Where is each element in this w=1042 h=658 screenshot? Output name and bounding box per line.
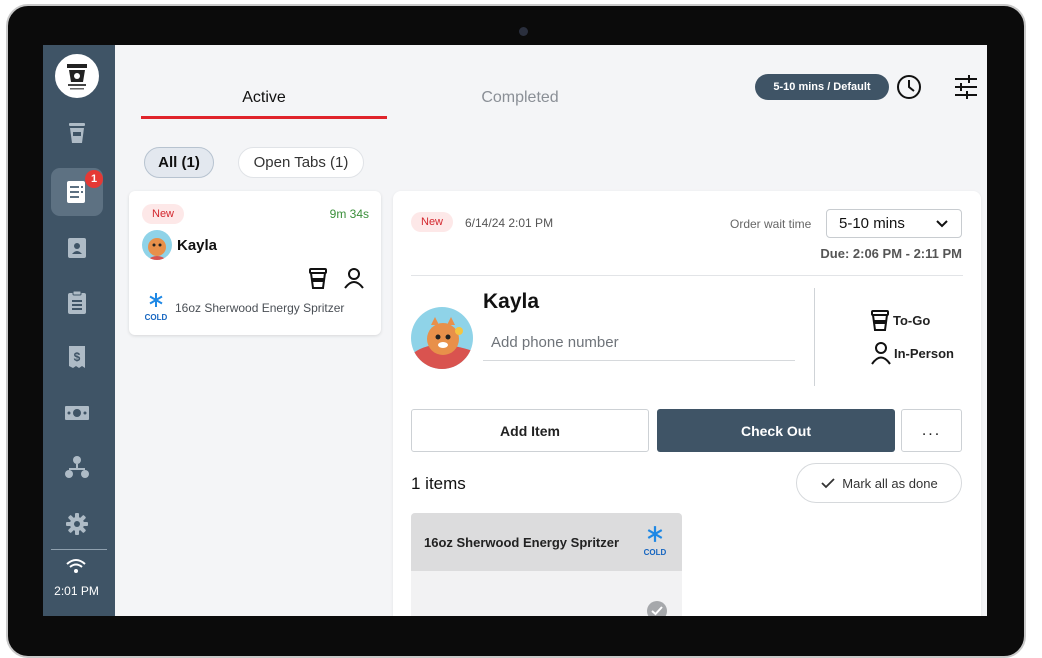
sidebar-item-cash[interactable] [51, 389, 103, 437]
cold-indicator: COLD [640, 525, 670, 557]
checkmark-icon [821, 478, 835, 489]
vertical-divider [814, 288, 815, 386]
sidebar-item-organization[interactable] [51, 443, 103, 491]
org-chart-icon [65, 456, 89, 478]
to-go-cup-icon [871, 310, 889, 331]
clipboard-icon [68, 290, 86, 314]
due-time: Due: 2:06 PM - 2:11 PM [820, 246, 962, 261]
filter-settings-button[interactable] [953, 73, 979, 106]
in-person-label: In-Person [894, 345, 954, 361]
order-date: 6/14/24 2:01 PM [465, 216, 554, 230]
to-go-label: To-Go [893, 312, 931, 328]
customer-avatar [411, 307, 473, 369]
to-go-cup-icon [309, 267, 327, 294]
clock-time: 2:01 PM [54, 584, 99, 598]
filter-chip-open-tabs[interactable]: Open Tabs (1) [238, 147, 364, 178]
items-count: 1 items [411, 474, 466, 493]
snowflake-icon [647, 526, 663, 542]
to-go-option[interactable]: To-Go [871, 309, 930, 331]
main-panel: Active Completed 5-10 mins / Default All… [115, 45, 987, 616]
tab-active[interactable]: Active [141, 89, 387, 107]
cash-icon [65, 406, 89, 420]
cold-indicator: COLD [143, 292, 169, 322]
wifi-icon [65, 557, 87, 580]
wait-time-label: Order wait time [730, 217, 812, 231]
clock-button[interactable] [895, 73, 923, 106]
sidebar: 1 $ 2:01 PM [43, 45, 115, 616]
item-card[interactable]: 16oz Sherwood Energy Spritzer COLD [411, 513, 682, 616]
customer-name-title: Kayla [483, 290, 540, 313]
mark-all-done-button[interactable]: Mark all as done [796, 463, 962, 503]
filter-chip-all[interactable]: All (1) [144, 147, 214, 178]
sidebar-item-cup[interactable] [51, 109, 103, 157]
tab-indicator [141, 116, 387, 119]
sidebar-item-receipts[interactable]: $ [51, 333, 103, 381]
contact-card-icon [68, 238, 86, 258]
detail-status-badge: New [411, 212, 454, 232]
item-name: 16oz Sherwood Energy Spritzer [424, 535, 620, 550]
snowflake-icon [149, 293, 163, 307]
avatar [142, 230, 172, 260]
check-out-button[interactable]: Check Out [657, 409, 895, 452]
order-detail-panel: New 6/14/24 2:01 PM Order wait time 5-10… [393, 191, 981, 616]
app-screen: 1 $ 2:01 PM Active Completed 5-10 mins /… [43, 45, 987, 616]
order-item-name: 16oz Sherwood Energy Spritzer [175, 301, 345, 315]
sidebar-divider [51, 549, 107, 550]
person-icon [871, 342, 891, 365]
coffee-cup-icon [69, 123, 85, 143]
sidebar-item-clipboard[interactable] [51, 279, 103, 327]
sidebar-item-settings[interactable] [51, 500, 103, 548]
more-options-button[interactable]: ... [901, 409, 962, 452]
item-card-header: 16oz Sherwood Energy Spritzer COLD [411, 513, 682, 571]
camera-icon [519, 27, 528, 36]
sidebar-item-customers[interactable] [51, 224, 103, 272]
add-item-button[interactable]: Add Item [411, 409, 649, 452]
checkmark-icon [651, 606, 663, 616]
wait-time-select[interactable]: 5-10 mins [826, 209, 962, 238]
item-done-check[interactable] [647, 601, 667, 616]
order-timer: 9m 34s [329, 207, 369, 221]
clock-icon [897, 75, 921, 99]
wait-time-value: 5-10 mins [839, 215, 905, 232]
svg-text:$: $ [74, 350, 81, 364]
cold-label: COLD [144, 313, 168, 322]
receipt-icon: $ [69, 346, 85, 368]
order-status-badge: New [142, 204, 185, 224]
mark-all-done-label: Mark all as done [842, 475, 938, 491]
wait-time-pill[interactable]: 5-10 mins / Default [755, 74, 889, 100]
gear-icon [66, 513, 88, 535]
person-icon [343, 267, 365, 294]
orders-badge: 1 [85, 170, 103, 188]
sidebar-item-orders[interactable]: 1 [51, 168, 103, 216]
customer-name: Kayla [177, 237, 218, 254]
tab-completed[interactable]: Completed [395, 89, 645, 107]
sliders-icon [955, 75, 977, 99]
cold-label: COLD [643, 548, 667, 557]
chevron-down-icon [935, 217, 949, 235]
order-card[interactable]: New 9m 34s Kayla COLD 16oz Sherwood Ener… [129, 191, 381, 335]
coffee-shop-logo[interactable] [55, 54, 99, 98]
detail-divider [411, 275, 963, 276]
phone-number-input[interactable] [483, 325, 795, 361]
in-person-option[interactable]: In-Person [870, 341, 954, 365]
